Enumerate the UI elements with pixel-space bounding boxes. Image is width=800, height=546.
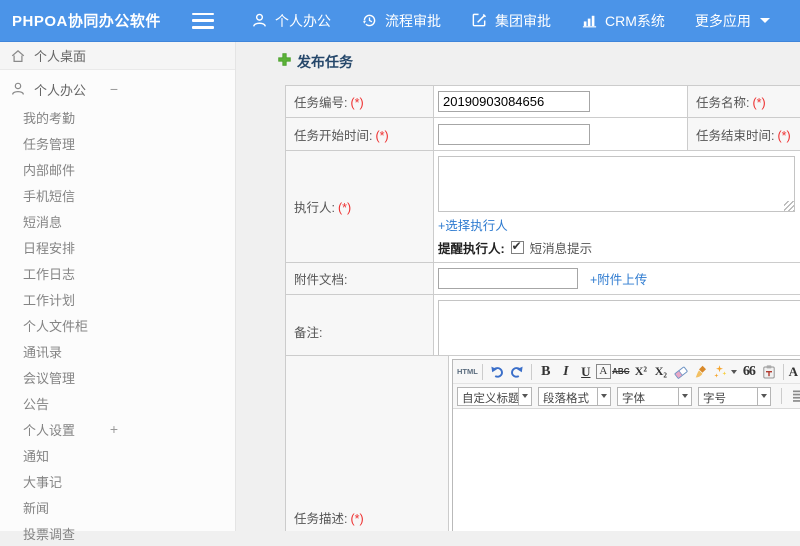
sidebar-item-work-plan[interactable]: 工作计划 [0, 286, 235, 312]
sidebar-item-poll[interactable]: 投票调查 [0, 520, 235, 546]
sidebar-item-desktop[interactable]: 个人桌面 [0, 42, 235, 70]
remind-executor-label: 提醒执行人: [438, 238, 505, 257]
remark-textarea[interactable] [438, 300, 800, 364]
edit-square-icon [471, 12, 488, 29]
sms-remind-checkbox[interactable] [511, 241, 524, 254]
attachment-input[interactable] [438, 268, 578, 289]
sidebar-item-major-events[interactable]: 大事记 [0, 468, 235, 494]
attachment-label: 附件文档: [286, 263, 434, 295]
strikethrough-button[interactable]: ABC [611, 362, 631, 382]
caret-down-icon [598, 387, 611, 406]
executor-label: 执行人:(*) [286, 151, 434, 263]
task-number-input[interactable] [438, 91, 590, 112]
history-clock-icon [361, 12, 378, 29]
sidebar: 个人桌面 个人办公 − 我的考勤 任务管理 内部邮件 手机短信 短消息 日程安排… [0, 42, 236, 531]
caret-down-icon [758, 387, 771, 406]
app-logo: PHPOA协同办公软件 [0, 10, 178, 31]
task-form-table: 任务编号:(*) 任务名称:(*) 任务开始时间:(*) 任务结束时间:(*) … [285, 85, 800, 369]
subscript-button[interactable]: X₂ [651, 362, 671, 382]
sidebar-item-meeting-management[interactable]: 会议管理 [0, 364, 235, 390]
bar-chart-icon [581, 12, 598, 29]
sms-remind-label: 短消息提示 [530, 238, 593, 257]
sidebar-item-short-message[interactable]: 短消息 [0, 208, 235, 234]
bold-button[interactable]: B [536, 362, 556, 382]
undo-icon[interactable] [487, 362, 507, 382]
format-brush-icon[interactable] [691, 362, 711, 382]
font-size-dropdown[interactable]: 字号 [698, 387, 771, 406]
topbar: PHPOA协同办公软件 个人办公 流程审批 集团审批 CRM系统 [0, 0, 800, 42]
end-time-label: 任务结束时间:(*) [688, 118, 800, 151]
collapse-icon[interactable]: − [106, 81, 122, 97]
autoformat-wand-icon[interactable] [711, 362, 739, 382]
caret-down-icon [679, 387, 692, 406]
main-content: 发布任务 任务编号:(*) 任务名称:(*) 任务开始时间:(*) 任务结束时间… [237, 42, 800, 531]
home-icon [10, 48, 26, 64]
redo-icon[interactable] [507, 362, 527, 382]
sidebar-item-work-log[interactable]: 工作日志 [0, 260, 235, 286]
paragraph-format-dropdown[interactable]: 段落格式 [538, 387, 611, 406]
task-description-label: 任务描述:(*) [286, 356, 449, 532]
nav-more-apps[interactable]: 更多应用 [680, 0, 785, 42]
sidebar-item-announcement[interactable]: 公告 [0, 390, 235, 416]
menu-toggle-icon[interactable] [192, 13, 214, 29]
sidebar-item-news[interactable]: 新闻 [0, 494, 235, 520]
eraser-icon[interactable] [671, 362, 691, 382]
rich-text-editor: HTML B I U A ABC X² [452, 359, 800, 531]
add-plus-icon [277, 52, 292, 72]
superscript-button[interactable]: X² [631, 362, 651, 382]
sidebar-item-notifications[interactable]: 通知 [0, 442, 235, 468]
page-title: 发布任务 [277, 52, 353, 72]
resize-grip-icon[interactable] [784, 201, 794, 211]
font-family-dropdown[interactable]: 字体 [617, 387, 692, 406]
attachment-upload-link[interactable]: +附件上传 [590, 269, 647, 288]
start-time-label: 任务开始时间:(*) [286, 118, 434, 151]
source-code-button[interactable]: HTML [457, 362, 478, 382]
caret-down-icon [760, 18, 770, 23]
sidebar-item-personal-office[interactable]: 个人办公 − [0, 74, 235, 104]
caret-down-icon [519, 387, 532, 406]
nav-workflow-approval[interactable]: 流程审批 [346, 0, 456, 42]
nav-crm-system[interactable]: CRM系统 [566, 0, 680, 42]
editor-toolbar-row2: 自定义标题 段落格式 字体 字号 [453, 384, 800, 409]
top-navigation: 个人办公 流程审批 集团审批 CRM系统 更多应用 [236, 0, 785, 42]
start-time-input[interactable] [438, 124, 590, 145]
align-left-icon[interactable] [790, 386, 800, 406]
sidebar-item-schedule[interactable]: 日程安排 [0, 234, 235, 260]
sidebar-item-task-management[interactable]: 任务管理 [0, 130, 235, 156]
user-icon [251, 12, 268, 29]
sidebar-item-internal-mail[interactable]: 内部邮件 [0, 156, 235, 182]
editor-content-area[interactable] [453, 409, 800, 531]
select-executor-link[interactable]: +选择执行人 [438, 219, 508, 233]
blockquote-button[interactable]: 66 [739, 362, 759, 382]
caret-down-icon [731, 370, 737, 374]
font-color-button[interactable]: A [788, 362, 800, 382]
editor-toolbar-row1: HTML B I U A ABC X² [453, 360, 800, 384]
nav-personal-office[interactable]: 个人办公 [236, 0, 346, 42]
nav-group-approval[interactable]: 集团审批 [456, 0, 566, 42]
sidebar-item-personal-files[interactable]: 个人文件柜 [0, 312, 235, 338]
underline-button[interactable]: U [576, 362, 596, 382]
executor-textarea[interactable] [438, 156, 795, 212]
paste-text-icon[interactable] [759, 362, 779, 382]
italic-button[interactable]: I [556, 362, 576, 382]
custom-title-dropdown[interactable]: 自定义标题 [457, 387, 532, 406]
font-style-button[interactable]: A [596, 364, 611, 379]
user-icon [10, 81, 26, 97]
sidebar-item-contacts[interactable]: 通讯录 [0, 338, 235, 364]
sidebar-item-my-attendance[interactable]: 我的考勤 [0, 104, 235, 130]
sidebar-item-personal-settings[interactable]: 个人设置 + [0, 416, 235, 442]
task-number-label: 任务编号:(*) [286, 86, 434, 118]
sidebar-item-mobile-sms[interactable]: 手机短信 [0, 182, 235, 208]
expand-icon[interactable]: + [106, 421, 122, 437]
task-name-label: 任务名称:(*) [688, 86, 800, 118]
task-description-table: 任务描述:(*) HTML B [285, 355, 800, 531]
